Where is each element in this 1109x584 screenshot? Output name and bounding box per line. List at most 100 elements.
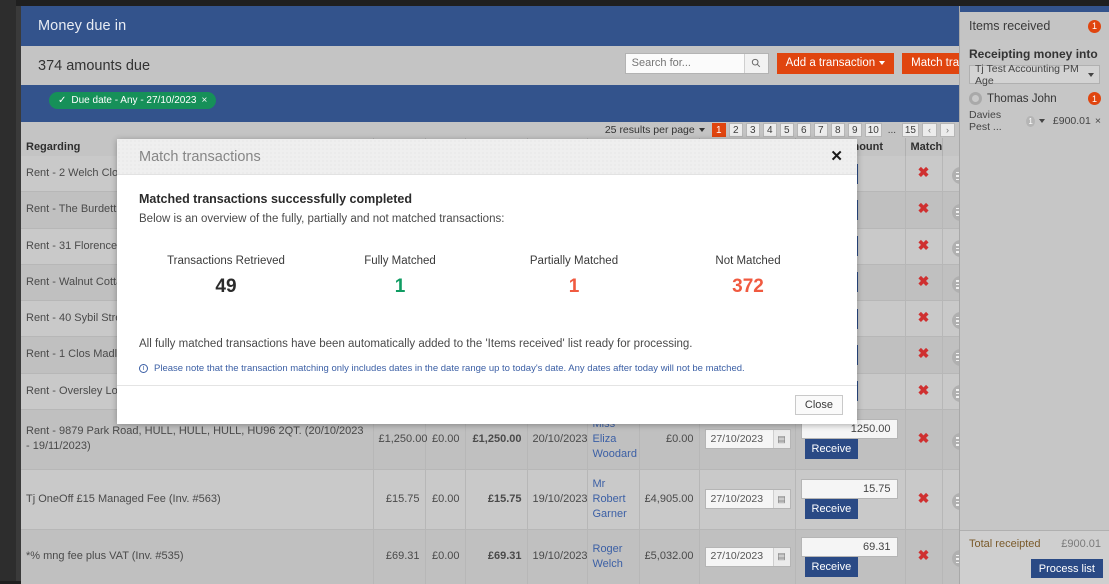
modal-header: Match transactions ✕ bbox=[117, 139, 857, 175]
row-menu-icon[interactable] bbox=[951, 203, 959, 221]
cell-aval-bal: £4,905.00 bbox=[639, 469, 700, 530]
row-menu-icon[interactable] bbox=[951, 167, 959, 185]
receive-button[interactable]: Receive bbox=[804, 556, 859, 577]
search-icon[interactable] bbox=[743, 53, 768, 73]
page-button-10[interactable]: 10 bbox=[864, 123, 882, 137]
search-input[interactable] bbox=[625, 53, 744, 73]
results-per-page-selector[interactable]: 25 results per page bbox=[605, 124, 705, 136]
page-button-8[interactable]: 8 bbox=[830, 123, 845, 137]
unmatch-icon[interactable]: ✖ bbox=[918, 490, 930, 506]
cell-match[interactable]: ✖ bbox=[905, 373, 943, 410]
row-menu-icon[interactable] bbox=[951, 550, 959, 568]
cell-actions[interactable] bbox=[942, 264, 959, 302]
account-link[interactable]: Miss Eliza Woodard bbox=[593, 418, 637, 460]
cell-match[interactable]: ✖ bbox=[905, 191, 943, 229]
receipt-amount-input[interactable]: 69.31 bbox=[800, 536, 898, 557]
cell-match[interactable]: ✖ bbox=[905, 409, 943, 470]
cell-actions[interactable] bbox=[942, 373, 959, 410]
cell-actions[interactable] bbox=[942, 336, 959, 374]
date-received-input[interactable]: 27/10/2023 ▤ bbox=[704, 489, 791, 510]
search-box[interactable] bbox=[624, 52, 769, 74]
receipt-amount-input[interactable]: 15.75 bbox=[800, 479, 898, 500]
page-button-2[interactable]: 2 bbox=[728, 123, 743, 137]
page-button-4[interactable]: 4 bbox=[762, 123, 777, 137]
cell-receipt-amount[interactable]: 15.75Receive bbox=[795, 469, 906, 530]
cell-match[interactable]: ✖ bbox=[905, 529, 943, 584]
unmatch-icon[interactable]: ✖ bbox=[918, 430, 930, 446]
unmatch-icon[interactable]: ✖ bbox=[918, 382, 930, 398]
row-menu-icon[interactable] bbox=[951, 348, 959, 366]
row-menu-icon[interactable] bbox=[951, 492, 959, 510]
cell-account[interactable]: Mr Robert Garner bbox=[587, 469, 640, 530]
results-per-page-label: 25 results per page bbox=[604, 124, 695, 136]
date-received-input[interactable]: 27/10/2023 ▤ bbox=[704, 429, 791, 450]
table-row[interactable]: Tj OneOff £15 Managed Fee (Inv. #563) £15… bbox=[21, 469, 959, 530]
cell-match[interactable]: ✖ bbox=[905, 300, 943, 338]
calendar-icon[interactable]: ▤ bbox=[772, 490, 790, 509]
unmatch-icon[interactable]: ✖ bbox=[918, 273, 930, 289]
next-page-button[interactable]: › bbox=[940, 123, 955, 137]
chevron-down-icon[interactable] bbox=[1038, 119, 1045, 123]
cell-due-date: 19/10/2023 bbox=[527, 469, 588, 530]
cell-regarding: *% mng fee plus VAT (Inv. #535) bbox=[21, 529, 374, 584]
process-list-button[interactable]: Process list bbox=[1030, 559, 1103, 578]
account-link[interactable]: Roger Welch bbox=[593, 543, 623, 570]
prev-page-button[interactable]: ‹ bbox=[922, 123, 937, 137]
unmatch-icon[interactable]: ✖ bbox=[918, 200, 930, 216]
row-menu-icon[interactable] bbox=[951, 312, 959, 330]
cell-actions[interactable] bbox=[942, 156, 959, 193]
page-button-1[interactable]: 1 bbox=[711, 123, 726, 137]
close-icon[interactable]: ✕ bbox=[830, 149, 843, 164]
cell-match[interactable]: ✖ bbox=[905, 264, 943, 302]
cell-actions[interactable] bbox=[942, 191, 959, 229]
row-menu-icon[interactable] bbox=[951, 384, 959, 402]
cell-actions[interactable] bbox=[942, 469, 959, 530]
receive-button[interactable]: Receive bbox=[804, 499, 859, 520]
cell-actions[interactable] bbox=[942, 529, 959, 584]
page-button-7[interactable]: 7 bbox=[813, 123, 828, 137]
cell-match[interactable]: ✖ bbox=[905, 156, 943, 193]
page-button-5[interactable]: 5 bbox=[779, 123, 794, 137]
unmatch-icon[interactable]: ✖ bbox=[918, 164, 930, 180]
filter-chip-label: Due date - Any - 27/10/2023 bbox=[71, 95, 197, 106]
unmatch-icon[interactable]: ✖ bbox=[918, 547, 930, 563]
cell-actions[interactable] bbox=[942, 409, 959, 470]
chevron-down-icon bbox=[879, 61, 886, 65]
cell-date-received[interactable]: 27/10/2023 ▤ bbox=[699, 529, 796, 584]
receive-button[interactable]: Receive bbox=[804, 439, 859, 460]
row-menu-icon[interactable] bbox=[951, 276, 959, 293]
row-menu-icon[interactable] bbox=[951, 239, 959, 257]
cell-match[interactable]: ✖ bbox=[905, 469, 943, 530]
receipting-account-select[interactable]: Tj Test Accounting PM Age bbox=[969, 63, 1100, 87]
cell-account[interactable]: Roger Welch bbox=[587, 529, 640, 584]
cell-date-received[interactable]: 27/10/2023 ▤ bbox=[699, 469, 796, 530]
col-match: Match bbox=[905, 138, 943, 156]
stat-value: 372 bbox=[732, 276, 764, 297]
unmatch-icon[interactable]: ✖ bbox=[918, 237, 930, 253]
cell-match[interactable]: ✖ bbox=[905, 228, 943, 265]
remove-entry-icon[interactable]: × bbox=[1095, 115, 1101, 127]
page-button-9[interactable]: 9 bbox=[847, 123, 862, 137]
table-row[interactable]: *% mng fee plus VAT (Inv. #535) £69.31 £0.… bbox=[21, 529, 959, 584]
close-icon[interactable]: × bbox=[201, 95, 207, 106]
add-transaction-button[interactable]: Add a transaction bbox=[776, 52, 895, 74]
cell-actions[interactable] bbox=[942, 300, 959, 338]
close-button[interactable]: Close bbox=[794, 395, 843, 415]
cell-receipt-amount[interactable]: 69.31Receive bbox=[795, 529, 906, 584]
account-link[interactable]: Mr Robert Garner bbox=[593, 478, 627, 520]
calendar-icon[interactable]: ▤ bbox=[772, 430, 790, 449]
row-menu-icon[interactable] bbox=[951, 432, 959, 450]
date-received-input[interactable]: 27/10/2023 ▤ bbox=[704, 546, 791, 567]
unmatch-icon[interactable]: ✖ bbox=[918, 309, 930, 325]
date-received-value: 27/10/2023 bbox=[710, 550, 764, 563]
stat-not-matched: Not Matched 372 bbox=[661, 255, 835, 298]
cell-actions[interactable] bbox=[942, 228, 959, 265]
page-button-last[interactable]: 15 bbox=[901, 123, 919, 137]
received-entry-label[interactable]: Davies Pest ... bbox=[969, 109, 1022, 133]
page-button-6[interactable]: 6 bbox=[796, 123, 811, 137]
filter-chip-due-date[interactable]: ✓ Due date - Any - 27/10/2023 × bbox=[49, 92, 217, 109]
cell-match[interactable]: ✖ bbox=[905, 336, 943, 374]
unmatch-icon[interactable]: ✖ bbox=[918, 345, 930, 361]
calendar-icon[interactable]: ▤ bbox=[772, 547, 790, 566]
page-button-3[interactable]: 3 bbox=[745, 123, 760, 137]
